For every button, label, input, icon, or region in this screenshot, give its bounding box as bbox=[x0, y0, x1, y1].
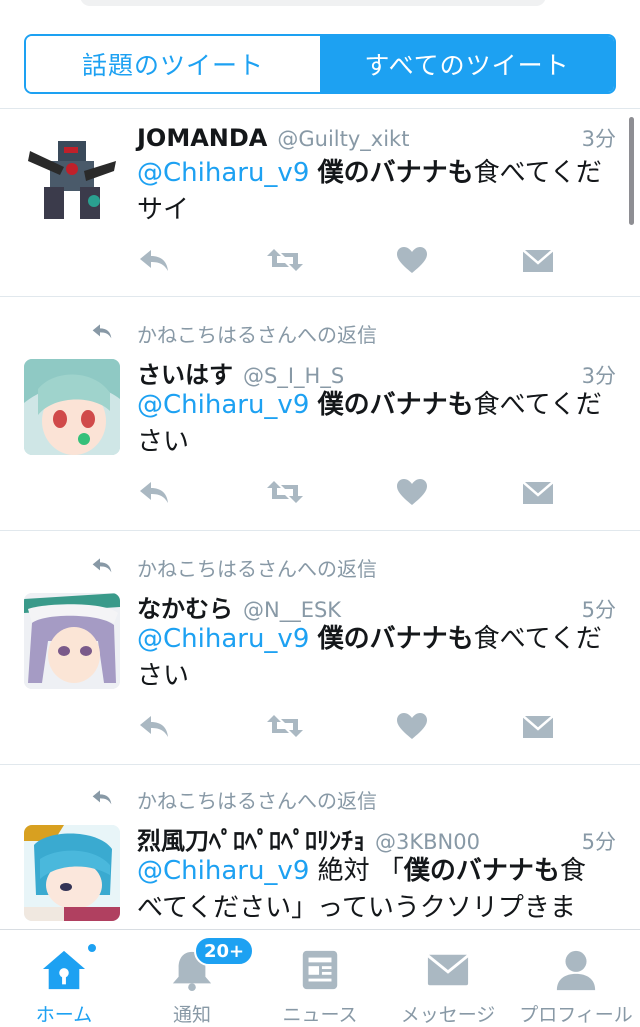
tweet-feed[interactable]: JOMANDA @Guilty_xikt 3分 @Chiharu_v9 僕のバナ… bbox=[0, 109, 640, 929]
reply-context-text: かねこちはるさんへの返信 bbox=[137, 789, 377, 813]
retweet-icon[interactable] bbox=[265, 477, 305, 507]
tweet-text: @Chiharu_v9 僕のバナナも食べてください bbox=[137, 387, 607, 461]
screen-name[interactable]: @S_I_H_S bbox=[243, 364, 344, 388]
tab-home-label: ホーム bbox=[35, 1004, 93, 1026]
reply-context[interactable]: かねこちはるさんへの返信 bbox=[92, 553, 377, 582]
tweet-item[interactable]: かねこちはるさんへの返信 さいはす @S_I_H_S 3分 @Chiharu_v… bbox=[0, 297, 640, 531]
reply-icon[interactable] bbox=[137, 477, 171, 507]
tweet-header: JOMANDA @Guilty_xikt 3分 bbox=[137, 123, 616, 153]
tweet-actions bbox=[137, 711, 557, 743]
display-name[interactable]: JOMANDA bbox=[137, 124, 267, 152]
tab-top-tweets[interactable]: 話題のツイート bbox=[26, 36, 320, 92]
display-name[interactable]: なかむら bbox=[137, 589, 233, 624]
tweet-text-bold: 僕のバナナも bbox=[403, 856, 560, 886]
screen-name[interactable]: @3KBN00 bbox=[375, 830, 480, 854]
tweet-item[interactable]: かねこちはるさんへの返信 なかむら @N__ESK 5分 @Chiharu_v9… bbox=[0, 531, 640, 765]
tab-news[interactable]: ニュース bbox=[256, 930, 384, 1027]
tab-notifications[interactable]: 20+ 通知 bbox=[128, 930, 256, 1027]
like-icon[interactable] bbox=[395, 245, 429, 275]
avatar[interactable] bbox=[24, 825, 120, 921]
reply-context[interactable]: かねこちはるさんへの返信 bbox=[92, 785, 377, 814]
envelope-icon bbox=[427, 954, 469, 986]
screen-name[interactable]: @N__ESK bbox=[243, 598, 341, 622]
tweet-text: @Chiharu_v9 絶対 「僕のバナナも食べてください」っていうクソリプきま bbox=[137, 853, 607, 927]
reply-icon bbox=[92, 324, 112, 339]
reply-icon bbox=[92, 558, 112, 573]
timestamp: 5分 bbox=[581, 598, 616, 622]
home-unread-dot bbox=[86, 942, 98, 954]
tab-profile[interactable]: プロフィール bbox=[512, 930, 640, 1027]
avatar[interactable] bbox=[24, 131, 120, 227]
search-bar-stub[interactable] bbox=[80, 0, 546, 6]
tweet-text: @Chiharu_v9 僕のバナナも食べてください bbox=[137, 621, 607, 695]
timestamp: 3分 bbox=[581, 364, 616, 388]
avatar[interactable] bbox=[24, 593, 120, 689]
reply-context-text: かねこちはるさんへの返信 bbox=[137, 557, 377, 581]
tweet-actions bbox=[137, 245, 557, 277]
tab-home[interactable]: ホーム bbox=[0, 930, 128, 1027]
mention-link[interactable]: @Chiharu_v9 bbox=[137, 624, 309, 654]
tab-news-label: ニュース bbox=[282, 1004, 358, 1026]
mention-link[interactable]: @Chiharu_v9 bbox=[137, 856, 309, 886]
reply-icon[interactable] bbox=[137, 711, 171, 741]
reply-context[interactable]: かねこちはるさんへの返信 bbox=[92, 319, 377, 348]
person-icon bbox=[556, 950, 596, 991]
notification-badge: 20+ bbox=[194, 936, 255, 966]
like-icon[interactable] bbox=[395, 477, 429, 507]
scroll-indicator[interactable] bbox=[629, 117, 634, 225]
bottom-tab-bar: ホーム 20+ 通知 ニュース メッセージ プロフィール bbox=[0, 929, 640, 1027]
dm-icon[interactable] bbox=[521, 245, 555, 275]
tweet-text-bold: 僕のバナナも bbox=[317, 158, 474, 188]
dm-icon[interactable] bbox=[521, 711, 555, 741]
timestamp: 3分 bbox=[581, 127, 616, 151]
tweet-actions bbox=[137, 477, 557, 509]
news-icon bbox=[302, 950, 338, 990]
display-name[interactable]: さいはす bbox=[137, 355, 233, 390]
tweet-header: 烈風刀ﾍﾟﾛﾍﾟﾛﾍﾟﾛﾘﾝﾁｮ @3KBN00 5分 bbox=[137, 821, 616, 855]
home-icon bbox=[42, 950, 86, 990]
tweet-text-bold: 僕のバナナも bbox=[317, 390, 474, 420]
like-icon[interactable] bbox=[395, 711, 429, 741]
retweet-icon[interactable] bbox=[265, 711, 305, 741]
tweet-text: @Chiharu_v9 僕のバナナも食べてくだサイ bbox=[137, 155, 607, 229]
reply-context-text: かねこちはるさんへの返信 bbox=[137, 323, 377, 347]
tweet-filter-segmented-control: 話題のツイート すべてのツイート bbox=[24, 34, 616, 94]
dm-icon[interactable] bbox=[521, 477, 555, 507]
timestamp: 5分 bbox=[581, 830, 616, 854]
screen-name[interactable]: @Guilty_xikt bbox=[277, 127, 409, 151]
mention-link[interactable]: @Chiharu_v9 bbox=[137, 158, 309, 188]
tweet-text-pre: 絶対 「 bbox=[317, 856, 404, 886]
reply-icon[interactable] bbox=[137, 245, 171, 275]
tweet-text-bold: 僕のバナナも bbox=[317, 624, 474, 654]
tweet-item[interactable]: かねこちはるさんへの返信 烈風刀ﾍﾟﾛﾍﾟﾛﾍﾟﾛﾘﾝﾁｮ @3KBN00 5分… bbox=[0, 765, 640, 929]
reply-icon bbox=[92, 790, 112, 805]
tab-all-tweets[interactable]: すべてのツイート bbox=[320, 36, 614, 92]
mention-link[interactable]: @Chiharu_v9 bbox=[137, 390, 309, 420]
tab-messages-label: メッセージ bbox=[400, 1004, 496, 1026]
tweet-header: さいはす @S_I_H_S 3分 bbox=[137, 355, 616, 389]
tab-profile-label: プロフィール bbox=[519, 1004, 633, 1026]
tab-notifications-label: 通知 bbox=[172, 1004, 211, 1026]
display-name[interactable]: 烈風刀ﾍﾟﾛﾍﾟﾛﾍﾟﾛﾘﾝﾁｮ bbox=[137, 821, 365, 856]
avatar[interactable] bbox=[24, 359, 120, 455]
tweet-header: なかむら @N__ESK 5分 bbox=[137, 589, 616, 623]
tweet-item[interactable]: JOMANDA @Guilty_xikt 3分 @Chiharu_v9 僕のバナ… bbox=[0, 109, 640, 297]
retweet-icon[interactable] bbox=[265, 245, 305, 275]
tab-messages[interactable]: メッセージ bbox=[384, 930, 512, 1027]
